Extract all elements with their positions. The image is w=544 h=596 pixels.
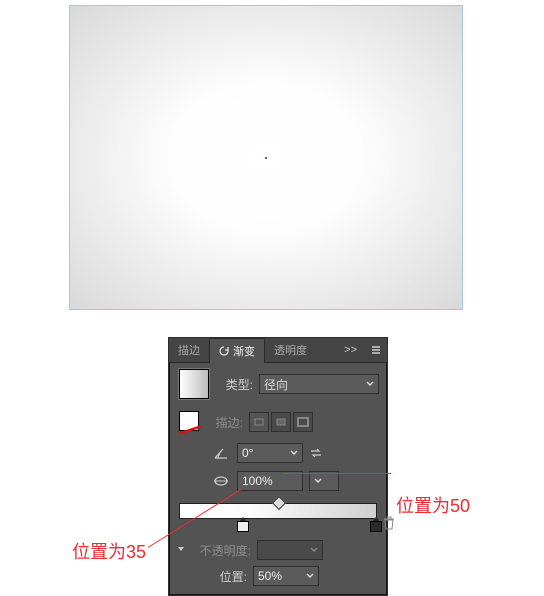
opacity-row: 不透明度: <box>177 537 379 563</box>
refresh-icon <box>219 346 229 356</box>
tab-gradient-label: 渐变 <box>233 343 255 359</box>
aspect-field[interactable]: 100% <box>237 471 303 491</box>
center-point-marker <box>265 157 267 159</box>
collapse-icon: >> <box>344 344 357 356</box>
stroke-label: 描边: <box>209 414 243 431</box>
type-row: 类型: 径向 <box>169 363 387 405</box>
delete-stop-button[interactable] <box>383 516 395 530</box>
opacity-label: 不透明度: <box>193 542 251 559</box>
position-label: 位置: <box>197 568 247 585</box>
angle-icon <box>213 446 231 460</box>
stroke-align-within-button[interactable] <box>249 412 269 432</box>
canvas-preview <box>70 6 462 309</box>
position-field[interactable]: 50% <box>253 566 319 586</box>
panel-tabs: 描边 渐变 透明度 >> <box>169 338 387 363</box>
annotation-line-right <box>283 473 391 474</box>
panel-menu-button[interactable] <box>365 338 387 362</box>
gradient-fill-swatch[interactable] <box>179 369 209 399</box>
annotation-pos50: 位置为50 <box>396 492 470 518</box>
stroke-align-across-button[interactable] <box>293 412 313 432</box>
chevron-down-icon <box>306 572 314 580</box>
opacity-field[interactable] <box>257 540 323 560</box>
reverse-gradient-button[interactable] <box>309 446 323 460</box>
gradient-type-value: 径向 <box>264 376 288 393</box>
tab-gradient[interactable]: 渐变 <box>209 338 265 363</box>
tab-stroke[interactable]: 描边 <box>169 338 209 362</box>
chevron-down-icon <box>314 477 322 485</box>
angle-row: 0° <box>169 439 387 467</box>
annotation-pos35: 位置为35 <box>72 538 146 564</box>
stroke-row: 描边: <box>169 405 387 439</box>
aspect-value: 100% <box>242 474 273 488</box>
gradient-type-select[interactable]: 径向 <box>259 374 379 394</box>
triangle-down-icon <box>177 545 187 555</box>
color-stop-right[interactable] <box>370 517 380 531</box>
position-row: 位置: 50% <box>177 563 379 589</box>
tab-transparency[interactable]: 透明度 <box>265 338 316 362</box>
panel-collapse-button[interactable]: >> <box>336 338 365 362</box>
angle-value: 0° <box>242 446 253 460</box>
chevron-down-icon <box>366 380 374 388</box>
aspect-dropdown-button[interactable] <box>309 471 339 491</box>
menu-icon <box>371 345 381 355</box>
angle-field[interactable]: 0° <box>237 443 303 463</box>
chevron-down-icon <box>290 449 298 457</box>
type-label: 类型: <box>219 376 253 393</box>
chevron-down-icon <box>310 546 318 554</box>
stroke-align-group <box>249 412 313 432</box>
stroke-align-along-button[interactable] <box>271 412 291 432</box>
color-stop-left[interactable] <box>237 517 247 531</box>
stroke-swatch[interactable] <box>179 411 201 433</box>
gradient-panel: 描边 渐变 透明度 >> 类型: 径向 <box>168 337 388 596</box>
aspect-row: 100% <box>169 467 387 495</box>
aspect-icon <box>213 474 231 488</box>
